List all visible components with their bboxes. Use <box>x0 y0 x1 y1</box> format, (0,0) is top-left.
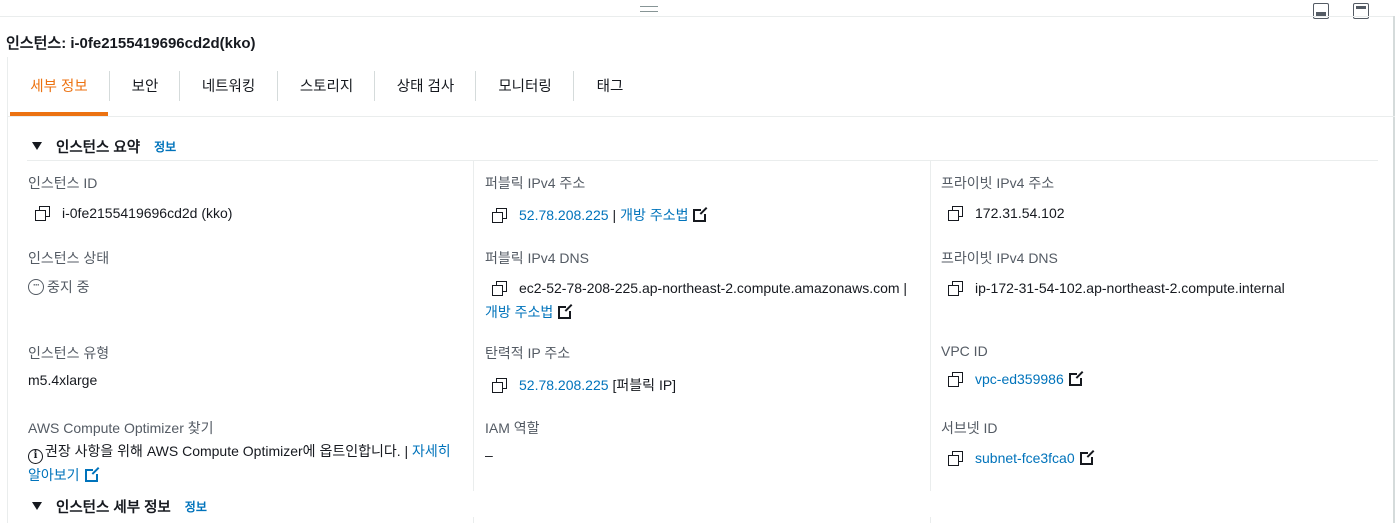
public-ipv4-field: 퍼블릭 IPv4 주소 52.78.208.225 | 개방 주소법 <box>485 173 709 225</box>
external-link-icon[interactable] <box>558 303 574 319</box>
elastic-ip-label: 탄력적 IP 주소 <box>485 345 571 361</box>
panel-left-border <box>7 117 8 523</box>
link-separator: | <box>612 207 617 223</box>
optimizer-message: i 권장 사항을 위해 AWS Compute Optimizer에 옵트인합니다… <box>28 440 460 486</box>
public-dns-label: 퍼블릭 IPv4 DNS <box>485 250 589 266</box>
iam-role-value: – <box>485 447 493 463</box>
public-dns-open-link[interactable]: 개방 주소법 <box>485 302 553 322</box>
column-divider <box>930 161 931 491</box>
elastic-ip-suffix: [퍼블릭 IP] <box>612 377 677 393</box>
private-dns-value: ip-172-31-54-102.ap-northeast-2.compute.… <box>975 280 1285 296</box>
stopping-status-icon: ··· <box>28 279 44 295</box>
instance-type-value: m5.4xlarge <box>28 372 98 388</box>
resize-handle-icon[interactable] <box>640 6 658 12</box>
details-heading: 인스턴스 세부 정보 <box>56 499 171 516</box>
column-divider <box>473 161 474 491</box>
details-info-link[interactable]: 정보 <box>185 498 207 515</box>
public-ipv4-value[interactable]: 52.78.208.225 <box>519 207 609 223</box>
vpc-id-label: VPC ID <box>941 343 988 359</box>
tab-security[interactable]: 보안 <box>110 73 180 101</box>
tab-details[interactable]: 세부 정보 <box>10 73 108 101</box>
instance-state-value: 중지 중 <box>47 279 90 295</box>
copy-icon[interactable] <box>492 281 507 296</box>
caret-down-icon[interactable] <box>32 142 42 150</box>
copy-icon[interactable] <box>948 372 963 387</box>
top-divider <box>0 16 1395 17</box>
column-divider <box>473 517 474 523</box>
external-link-icon[interactable] <box>1068 370 1084 386</box>
subnet-id-field: 서브넷 ID subnet-fce3fca0 <box>941 418 1095 466</box>
tab-storage[interactable]: 스토리지 <box>278 73 375 101</box>
optimizer-field: AWS Compute Optimizer 찾기 i 권장 사항을 위해 AWS … <box>28 418 460 486</box>
instance-state-field: 인스턴스 상태 ··· 중지 중 <box>28 248 109 297</box>
external-link-icon[interactable] <box>84 467 100 482</box>
optimizer-label: AWS Compute Optimizer 찾기 <box>28 420 214 436</box>
subnet-id-link[interactable]: subnet-fce3fca0 <box>975 450 1075 466</box>
tab-bar: 세부 정보 보안 네트워킹 스토리지 상태 검사 모니터링 태그 <box>7 57 1395 117</box>
iam-role-label: IAM 역할 <box>485 420 540 436</box>
tab-status-checks[interactable]: 상태 검사 <box>375 73 476 101</box>
tab-tags[interactable]: 태그 <box>574 73 646 101</box>
instance-id-label: 인스턴스 ID <box>28 175 98 191</box>
section-divider <box>27 160 1378 161</box>
external-link-icon[interactable] <box>693 206 709 222</box>
vpc-id-field: VPC ID vpc-ed359986 <box>941 343 1084 387</box>
private-dns-field: 프라이빗 IPv4 DNS ip-172-31-54-102.ap-northe… <box>941 248 1285 296</box>
copy-icon[interactable] <box>948 281 963 296</box>
instance-id-field: 인스턴스 ID i-0fe2155419696cd2d (kko) <box>28 173 232 221</box>
summary-heading: 인스턴스 요약 <box>56 139 141 156</box>
private-ipv4-value: 172.31.54.102 <box>975 205 1065 221</box>
public-ipv4-label: 퍼블릭 IPv4 주소 <box>485 175 586 191</box>
public-dns-field: 퍼블릭 IPv4 DNS ec2-52-78-208-225.ap-northe… <box>485 248 907 322</box>
summary-info-link[interactable]: 정보 <box>154 138 176 155</box>
instance-type-field: 인스턴스 유형 m5.4xlarge <box>28 343 109 388</box>
optimizer-text: 권장 사항을 위해 AWS Compute Optimizer에 옵트인합니다.… <box>45 443 413 459</box>
instance-id-value: i-0fe2155419696cd2d (kko) <box>62 205 233 221</box>
panel-title: 인스턴스: i-0fe2155419696cd2d(kko) <box>6 35 256 52</box>
vpc-id-link[interactable]: vpc-ed359986 <box>975 371 1064 387</box>
info-icon: i <box>28 449 43 464</box>
copy-icon[interactable] <box>35 206 50 221</box>
tab-monitoring[interactable]: 모니터링 <box>476 73 574 101</box>
iam-role-field: IAM 역할 – <box>485 418 540 463</box>
elastic-ip-value[interactable]: 52.78.208.225 <box>519 377 609 393</box>
external-link-icon[interactable] <box>1079 449 1095 465</box>
copy-icon[interactable] <box>492 378 507 393</box>
top-bar <box>0 0 1395 24</box>
copy-icon[interactable] <box>948 206 963 221</box>
public-dns-value: ec2-52-78-208-225.ap-northeast-2.compute… <box>519 280 908 296</box>
summary-section-header[interactable]: 인스턴스 요약 정보 <box>32 136 176 156</box>
copy-icon[interactable] <box>492 208 507 223</box>
elastic-ip-field: 탄력적 IP 주소 52.78.208.225 [퍼블릭 IP] <box>485 343 676 395</box>
column-divider <box>930 517 931 523</box>
active-tab-indicator <box>10 112 108 116</box>
instance-type-label: 인스턴스 유형 <box>28 345 110 361</box>
details-section-header[interactable]: 인스턴스 세부 정보 정보 <box>32 496 207 516</box>
private-dns-label: 프라이빗 IPv4 DNS <box>941 250 1058 266</box>
subnet-id-label: 서브넷 ID <box>941 420 998 436</box>
tab-networking[interactable]: 네트워킹 <box>180 73 277 101</box>
public-ipv4-open-link[interactable]: 개방 주소법 <box>620 205 688 225</box>
private-ipv4-label: 프라이빗 IPv4 주소 <box>941 175 1055 191</box>
instance-state-label: 인스턴스 상태 <box>28 250 110 266</box>
copy-icon[interactable] <box>948 451 963 466</box>
caret-down-icon[interactable] <box>32 502 42 510</box>
private-ipv4-field: 프라이빗 IPv4 주소 172.31.54.102 <box>941 173 1065 221</box>
